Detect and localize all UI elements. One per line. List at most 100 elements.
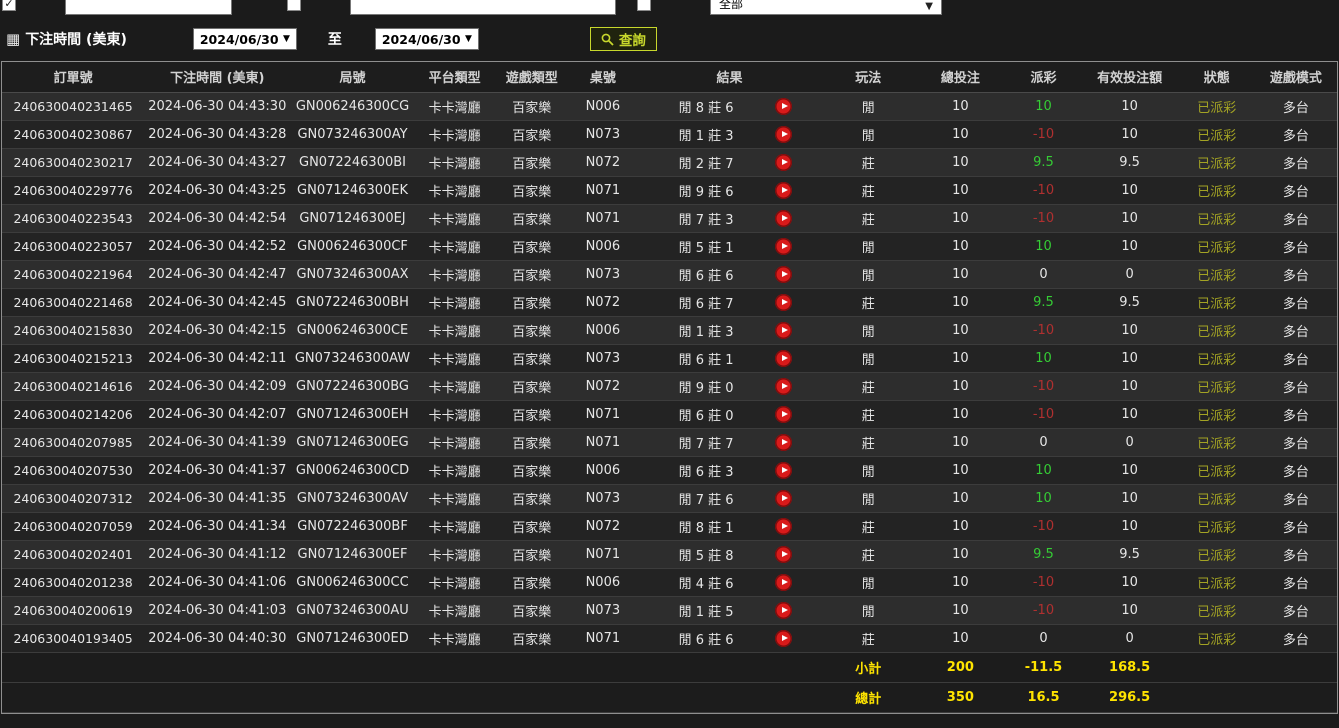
payout-cell: 10: [1006, 456, 1080, 484]
play-video-button[interactable]: [775, 350, 792, 367]
play-video-button[interactable]: [775, 546, 792, 563]
column-header: 總投注: [914, 62, 1006, 92]
time-cell: 2024-06-30 04:41:34: [144, 512, 290, 540]
round-cell: GN071246300EG: [290, 428, 414, 456]
result-text: 閒 2 莊 7: [637, 153, 775, 172]
platform-cell: 卡卡灣廳: [415, 92, 495, 120]
play-video-button[interactable]: [775, 602, 792, 619]
game-type-cell: 百家樂: [495, 428, 569, 456]
column-header: 局號: [290, 62, 414, 92]
platform-cell: 卡卡灣廳: [415, 400, 495, 428]
status-cell: 已派彩: [1179, 540, 1255, 568]
valid-bet-cell: 10: [1081, 372, 1179, 400]
filter-checkbox-3[interactable]: [637, 0, 651, 11]
play-video-button[interactable]: [775, 574, 792, 591]
wager-cell: 莊: [822, 428, 914, 456]
result-text: 閒 5 莊 8: [637, 545, 775, 564]
game-type-cell: 百家樂: [495, 596, 569, 624]
result-cell: 閒 6 莊 7: [637, 288, 822, 316]
table-row: 240630040214616 2024-06-30 04:42:09 GN07…: [2, 372, 1337, 400]
payout-cell: -10: [1006, 204, 1080, 232]
date-from-value: 2024/06/30: [200, 32, 279, 47]
total-bet-cell: 10: [914, 372, 1006, 400]
wager-cell: 閒: [822, 316, 914, 344]
play-video-button[interactable]: [775, 322, 792, 339]
play-video-button[interactable]: [775, 238, 792, 255]
game-type-cell: 百家樂: [495, 92, 569, 120]
filter-checkbox-1[interactable]: ✓: [2, 0, 16, 11]
game-type-cell: 百家樂: [495, 344, 569, 372]
valid-bet-cell: 10: [1081, 484, 1179, 512]
order-cell: 240630040201238: [2, 568, 144, 596]
result-cell: 閒 1 莊 3: [637, 316, 822, 344]
wager-cell: 莊: [822, 176, 914, 204]
search-button[interactable]: 查詢: [590, 27, 657, 51]
platform-cell: 卡卡灣廳: [415, 176, 495, 204]
status-filter-select[interactable]: 全部 ▼: [710, 0, 942, 15]
play-video-button[interactable]: [775, 182, 792, 199]
round-cell: GN006246300CD: [290, 456, 414, 484]
play-video-button[interactable]: [775, 406, 792, 423]
subtotal-row: 小計 200 -11.5 168.5: [2, 652, 1337, 682]
play-video-button[interactable]: [775, 126, 792, 143]
table-no-cell: N073: [569, 596, 637, 624]
wager-cell: 莊: [822, 400, 914, 428]
result-cell: 閒 6 莊 3: [637, 456, 822, 484]
table-no-cell: N073: [569, 120, 637, 148]
filter-input-2[interactable]: [350, 0, 616, 15]
mode-cell: 多台: [1255, 120, 1337, 148]
play-video-button[interactable]: [775, 462, 792, 479]
table-no-cell: N072: [569, 288, 637, 316]
table-no-cell: N072: [569, 148, 637, 176]
date-to-select[interactable]: 2024/06/30 ▼: [375, 28, 479, 50]
status-cell: 已派彩: [1179, 568, 1255, 596]
filter-input-1[interactable]: [65, 0, 232, 15]
wager-cell: 閒: [822, 92, 914, 120]
play-video-button[interactable]: [775, 490, 792, 507]
mode-cell: 多台: [1255, 456, 1337, 484]
play-video-button[interactable]: [775, 630, 792, 647]
table-no-cell: N071: [569, 176, 637, 204]
play-icon: [782, 551, 788, 557]
order-cell: 240630040231465: [2, 92, 144, 120]
play-video-button[interactable]: [775, 210, 792, 227]
play-icon: [782, 187, 788, 193]
table-row: 240630040207312 2024-06-30 04:41:35 GN07…: [2, 484, 1337, 512]
order-cell: 240630040223543: [2, 204, 144, 232]
mode-cell: 多台: [1255, 484, 1337, 512]
play-video-button[interactable]: [775, 266, 792, 283]
total-row: 總計 350 16.5 296.5: [2, 682, 1337, 712]
round-cell: GN072246300BI: [290, 148, 414, 176]
play-video-button[interactable]: [775, 378, 792, 395]
time-cell: 2024-06-30 04:41:06: [144, 568, 290, 596]
result-text: 閒 8 莊 6: [637, 97, 775, 116]
result-text: 閒 6 莊 6: [637, 629, 775, 648]
search-icon: [601, 33, 614, 46]
filter-checkbox-2[interactable]: [287, 0, 301, 11]
payout-cell: -10: [1006, 176, 1080, 204]
play-video-button[interactable]: [775, 294, 792, 311]
order-cell: 240630040221964: [2, 260, 144, 288]
round-cell: GN073246300AY: [290, 120, 414, 148]
play-video-button[interactable]: [775, 154, 792, 171]
column-header: 桌號: [569, 62, 637, 92]
play-video-button[interactable]: [775, 434, 792, 451]
mode-cell: 多台: [1255, 596, 1337, 624]
order-cell: 240630040230867: [2, 120, 144, 148]
payout-cell: 9.5: [1006, 288, 1080, 316]
round-cell: GN072246300BG: [290, 372, 414, 400]
total-bet-cell: 10: [914, 260, 1006, 288]
bet-time-label-group: ▦ 下注時間 (美東): [6, 29, 127, 49]
result-cell: 閒 7 莊 3: [637, 204, 822, 232]
column-header: 派彩: [1006, 62, 1080, 92]
platform-cell: 卡卡灣廳: [415, 260, 495, 288]
time-cell: 2024-06-30 04:41:37: [144, 456, 290, 484]
round-cell: GN072246300BH: [290, 288, 414, 316]
toolbar: ▦ 下注時間 (美東) 2024/06/30 ▼ 至 2024/06/30 ▼ …: [0, 17, 1339, 61]
play-video-button[interactable]: [775, 518, 792, 535]
platform-cell: 卡卡灣廳: [415, 512, 495, 540]
game-type-cell: 百家樂: [495, 204, 569, 232]
round-cell: GN071246300EK: [290, 176, 414, 204]
date-from-select[interactable]: 2024/06/30 ▼: [193, 28, 297, 50]
play-video-button[interactable]: [775, 98, 792, 115]
